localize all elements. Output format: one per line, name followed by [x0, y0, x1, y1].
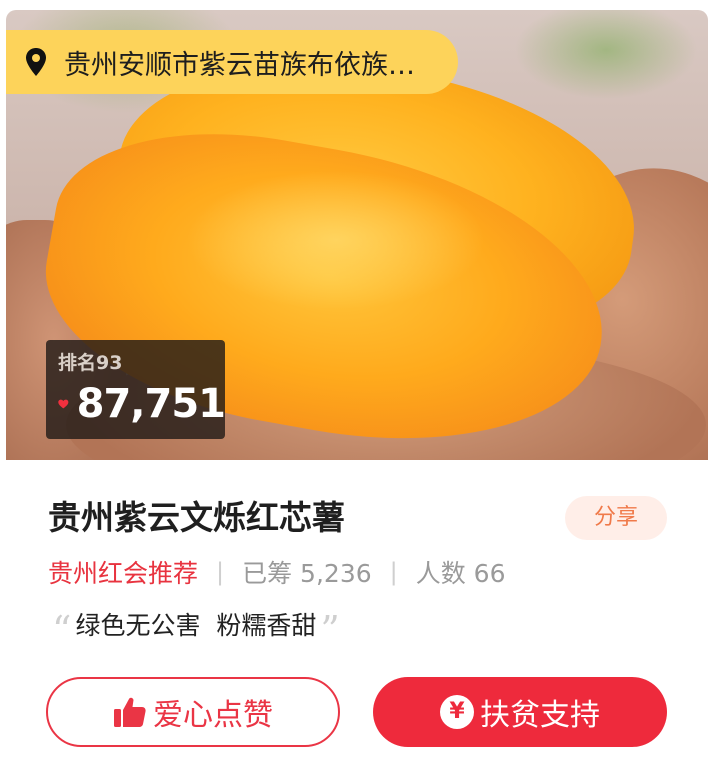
- location-pin-icon: [26, 48, 46, 76]
- product-card[interactable]: 贵州安顺市紫云苗族布依族… 排名93 87,751 贵州紫云文烁红芯薯 分享 贵…: [0, 0, 713, 776]
- like-button[interactable]: 爱心点赞: [46, 677, 340, 747]
- share-button[interactable]: 分享: [565, 496, 667, 540]
- like-count-row: 87,751: [58, 380, 226, 428]
- thumbs-up-icon: [113, 696, 147, 728]
- slogan-text: 绿色无公害 粉糯香甜: [75, 611, 317, 640]
- open-quote-mark: “: [52, 608, 72, 652]
- support-button[interactable]: ¥ 扶贫支持: [373, 677, 667, 747]
- yen-glyph: ¥: [440, 695, 474, 729]
- heart-icon: [58, 399, 69, 409]
- like-button-label: 爱心点赞: [153, 698, 273, 733]
- divider: |: [216, 558, 225, 586]
- divider: |: [389, 558, 398, 586]
- yen-icon: ¥: [440, 695, 474, 729]
- project-title: 贵州紫云文烁红芯薯: [48, 498, 345, 537]
- slogan: “ 绿色无公害 粉糯香甜 ”: [52, 604, 340, 650]
- close-quote-mark: ”: [320, 608, 340, 652]
- support-button-label: 扶贫支持: [480, 698, 600, 733]
- location-badge: 贵州安顺市紫云苗族布依族…: [6, 30, 458, 94]
- image-layer: [186, 170, 486, 310]
- location-text: 贵州安顺市紫云苗族布依族…: [64, 49, 415, 81]
- organizer-label: 贵州红会推荐: [48, 559, 199, 588]
- donor-count: 人数 66: [415, 559, 506, 588]
- raised-amount: 已筹 5,236: [242, 559, 372, 588]
- like-count: 87,751: [76, 381, 226, 427]
- rank-label: 排名93: [58, 352, 123, 374]
- rank-badge: 排名93 87,751: [46, 340, 226, 439]
- project-meta: 贵州红会推荐 | 已筹 5,236 | 人数 66: [48, 552, 506, 592]
